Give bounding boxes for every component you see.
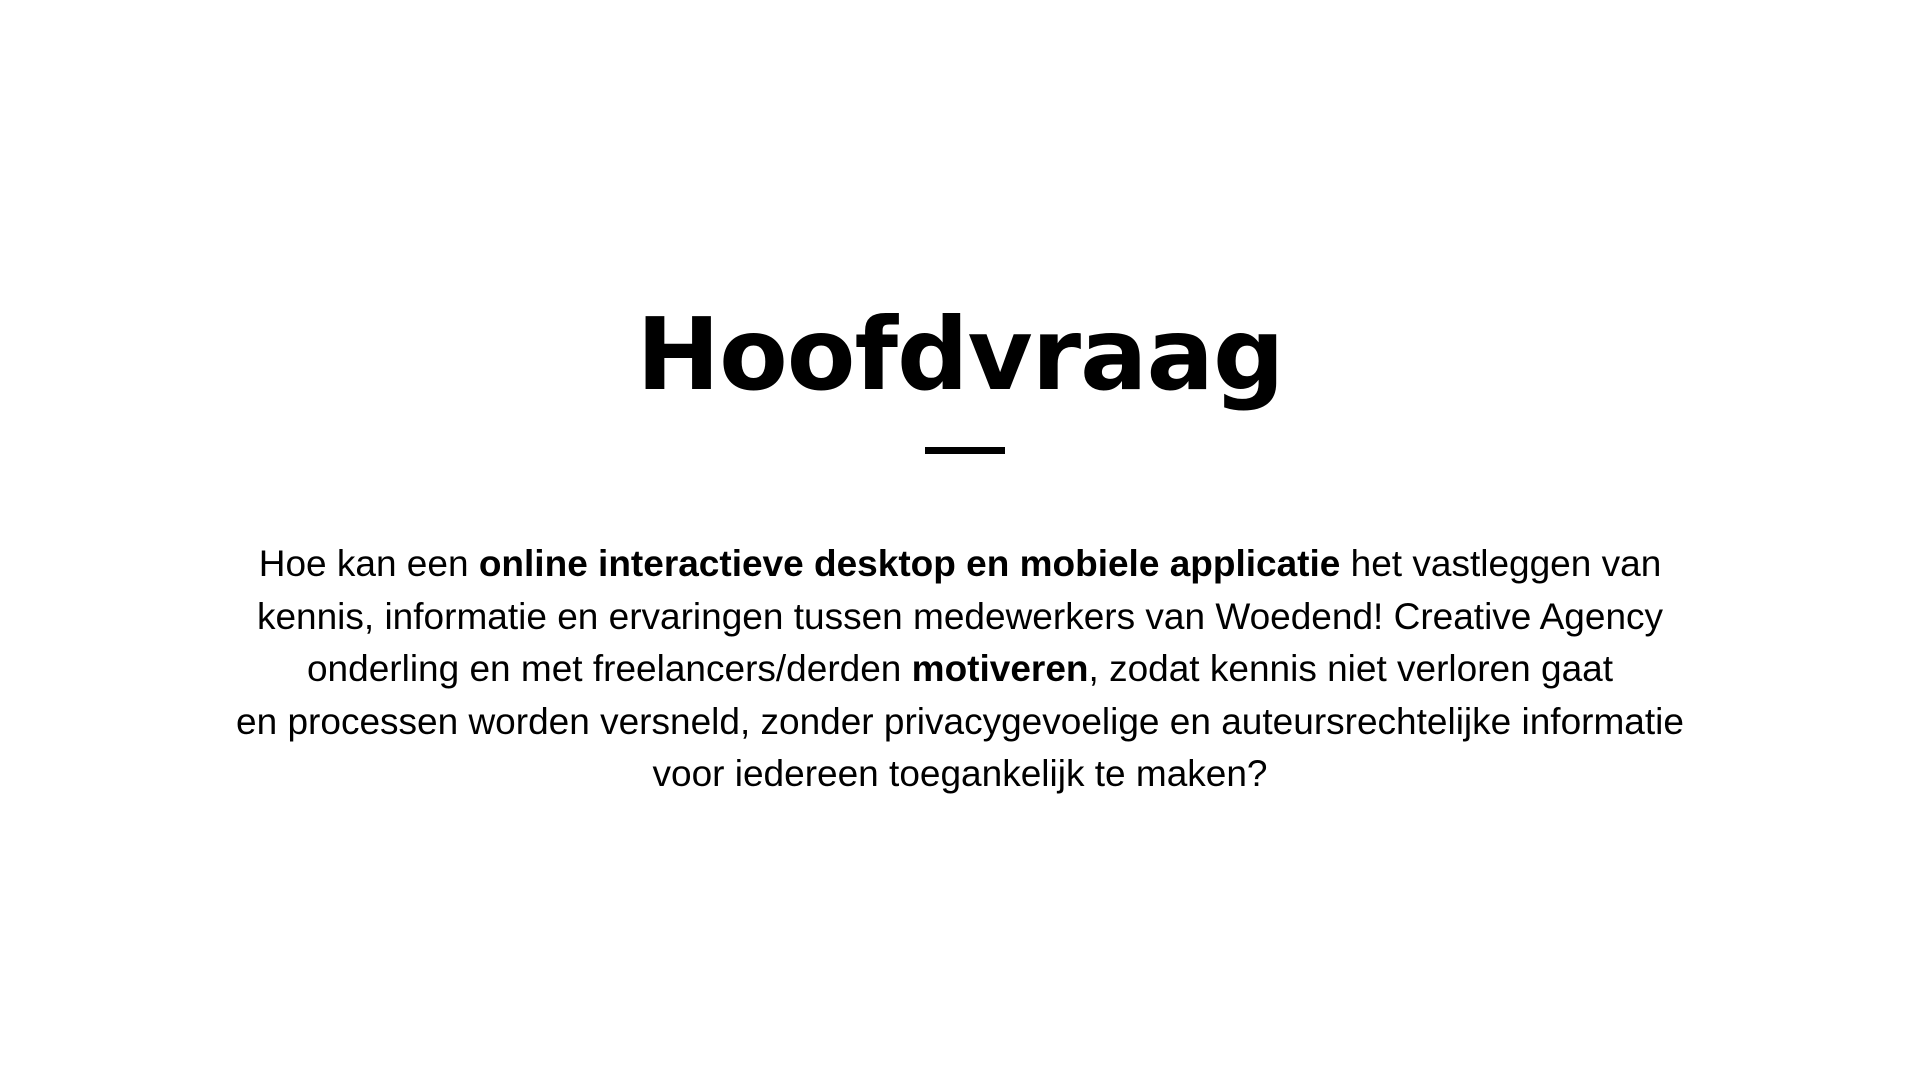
question-line-1: Hoe kan een online interactieve desktop … — [160, 538, 1760, 591]
question-emphasis-application: online interactieve desktop en mobiele a… — [478, 543, 1341, 584]
question-line-3-start: onderling en met freelancers/derden — [306, 648, 912, 689]
question-line-2: kennis, informatie en ervaringen tussen … — [256, 595, 1664, 637]
question-line-5: voor iedereen toegankelijk te maken? — [652, 753, 1268, 794]
question-line-1-end: het vastleggen van — [1340, 543, 1662, 584]
question-emphasis-motivate: motiveren — [911, 648, 1089, 689]
question-line-3: onderling en met freelancers/derden moti… — [160, 643, 1760, 696]
slide: Hoofdvraag Hoe kan een online interactie… — [0, 0, 1920, 1080]
question-line-4: en processen worden versneld, zonder pri… — [236, 700, 1684, 742]
question-line-3-end: , zodat kennis niet verloren gaat — [1088, 648, 1614, 689]
title-divider — [925, 447, 1005, 454]
question-line-1-start: Hoe kan een — [258, 543, 479, 584]
main-question-text: Hoe kan een online interactieve desktop … — [160, 538, 1760, 801]
slide-title: Hoofdvraag — [636, 296, 1284, 413]
